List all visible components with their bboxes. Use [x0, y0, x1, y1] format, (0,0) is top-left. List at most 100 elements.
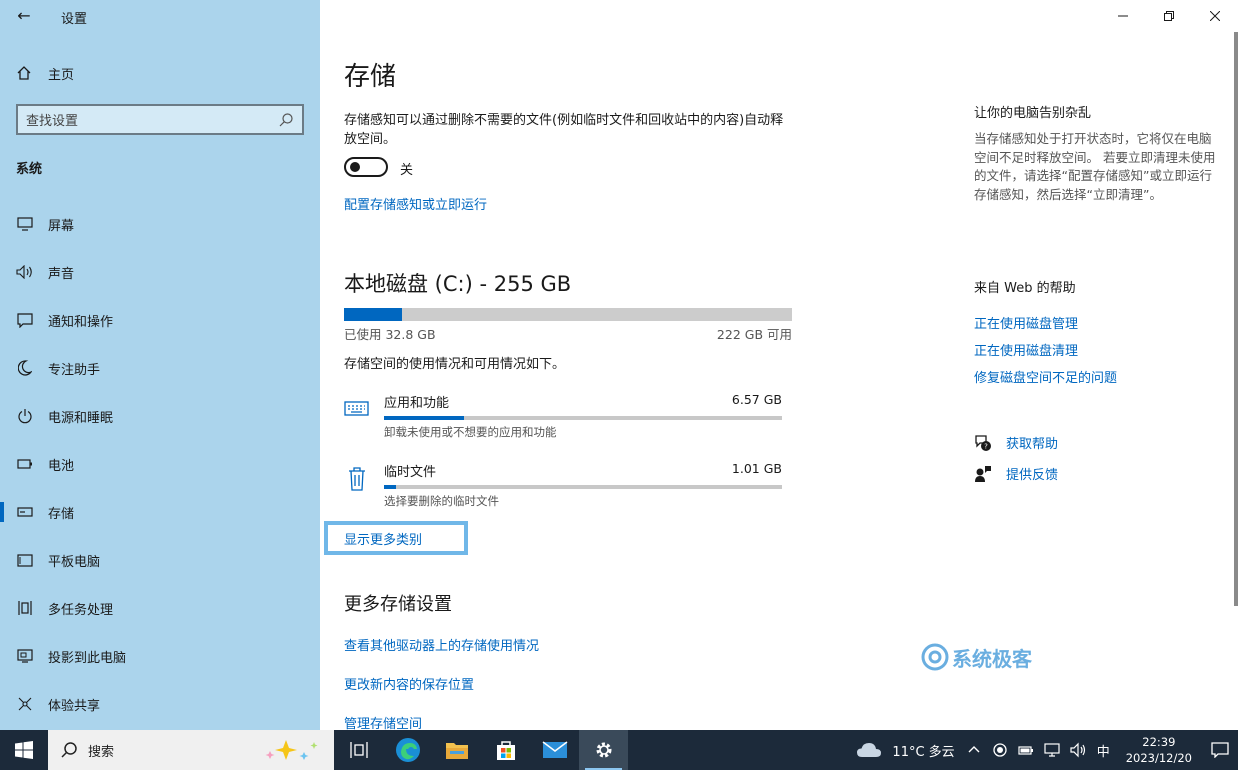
help-chat-icon: ?	[975, 434, 991, 451]
mail-button[interactable]	[530, 730, 579, 770]
back-arrow-icon: ←	[17, 6, 31, 25]
svg-text:?: ?	[984, 442, 988, 450]
home-icon	[16, 64, 36, 82]
get-help-label: 获取帮助	[1006, 437, 1059, 452]
disk-used-label: 已使用 32.8 GB	[344, 327, 436, 342]
web-link-low-disk-space[interactable]: 修复磁盘空间不足的问题	[974, 367, 1117, 386]
clock[interactable]: 22:39 2023/12/20	[1126, 734, 1192, 766]
edge-button[interactable]	[383, 730, 432, 770]
battery-icon[interactable]	[1017, 742, 1035, 758]
sidebar-item-label: 专注助手	[48, 362, 101, 378]
microsoft-store-button[interactable]	[481, 730, 530, 770]
feedback-label: 提供反馈	[1006, 468, 1059, 483]
edge-icon	[395, 738, 420, 762]
settings-search-input[interactable]: 查找设置	[16, 104, 304, 135]
category-usage-fill	[384, 416, 464, 420]
category-temp-files[interactable]: 临时文件 1.01 GB 选择要删除的临时文件	[344, 461, 784, 517]
sidebar-item-sound[interactable]: 声音	[0, 254, 320, 290]
settings-button[interactable]	[579, 730, 628, 770]
back-button[interactable]: ←	[10, 4, 38, 28]
help-description: 当存储感知处于打开状态时，它将仅在电脑空间不足时释放空间。 若要立即清理未使用的…	[974, 131, 1216, 202]
multitask-icon	[16, 599, 34, 617]
sidebar-item-label: 声音	[48, 266, 75, 282]
get-help-link[interactable]: ? 获取帮助	[974, 433, 1058, 452]
sidebar-item-notifications[interactable]: 通知和操作	[0, 302, 320, 338]
sidebar-item-power[interactable]: 电源和睡眠	[0, 398, 320, 434]
store-icon	[496, 741, 515, 760]
sidebar-item-storage[interactable]: 存储	[0, 494, 320, 530]
restore-icon	[1164, 11, 1174, 21]
search-icon	[61, 742, 77, 758]
configure-storage-sense-link[interactable]: 配置存储感知或立即运行	[344, 194, 487, 213]
weather-text[interactable]: 11°C 多云	[892, 741, 954, 760]
category-apps-features[interactable]: 应用和功能 6.57 GB 卸载未使用或不想要的应用和功能	[344, 392, 784, 448]
sidebar-item-focus-assist[interactable]: 专注助手	[0, 350, 320, 386]
minimize-button[interactable]	[1100, 0, 1146, 32]
category-name: 临时文件	[384, 465, 437, 480]
sidebar-item-label: 投影到此电脑	[48, 650, 127, 666]
close-button[interactable]	[1192, 0, 1238, 32]
notification-icon	[16, 311, 34, 329]
sidebar-item-label: 存储	[48, 506, 75, 522]
close-icon	[1210, 11, 1220, 21]
volume-icon[interactable]	[1069, 742, 1087, 758]
category-usage-bar	[384, 416, 782, 420]
category-usage-fill	[384, 485, 396, 489]
restore-button[interactable]	[1146, 0, 1192, 32]
search-highlight-icon	[265, 740, 318, 760]
watermark-text: 系统极客	[952, 646, 1032, 671]
web-link-disk-cleanup[interactable]: 正在使用磁盘清理	[974, 340, 1078, 359]
clock-date: 2023/12/20	[1125, 751, 1192, 765]
sidebar-item-battery[interactable]: 电池	[0, 446, 320, 482]
category-description: 卸载未使用或不想要的应用和功能	[384, 425, 557, 439]
nav-home[interactable]: 主页	[16, 62, 74, 84]
sidebar-item-display[interactable]: 屏幕	[0, 206, 320, 242]
file-explorer-button[interactable]	[432, 730, 481, 770]
power-icon	[16, 407, 34, 425]
network-icon[interactable]	[1043, 742, 1061, 758]
disk-free-label: 222 GB 可用	[716, 327, 792, 342]
cloud-icon	[857, 743, 882, 757]
monitor-icon	[16, 215, 34, 233]
start-button[interactable]	[0, 730, 48, 770]
sidebar-item-multitasking[interactable]: 多任务处理	[0, 590, 320, 626]
category-description: 选择要删除的临时文件	[384, 494, 499, 508]
feedback-icon	[975, 465, 991, 482]
battery-icon	[16, 455, 34, 473]
storage-icon	[16, 503, 34, 521]
sidebar-item-tablet[interactable]: 平板电脑	[0, 542, 320, 578]
clock-time: 22:39	[1142, 735, 1176, 749]
sidebar: ← 设置 主页 查找设置 系统 屏幕 声音 通知和操作 专注助手 电源和睡眠 电…	[0, 0, 320, 730]
scrollbar[interactable]	[1234, 32, 1238, 606]
show-more-categories-button[interactable]: 显示更多类别	[324, 521, 468, 555]
input-method-indicator[interactable]: 中	[1097, 741, 1110, 760]
speaker-icon	[16, 263, 34, 281]
storage-sense-toggle[interactable]	[344, 157, 388, 177]
web-link-disk-management[interactable]: 正在使用磁盘管理	[974, 313, 1078, 332]
gear-icon	[596, 742, 611, 758]
trash-icon	[349, 467, 365, 491]
taskbar-search-placeholder: 搜索	[88, 744, 115, 760]
watermark-logo-icon	[921, 643, 949, 671]
task-view-button[interactable]	[334, 730, 383, 770]
moon-icon	[16, 359, 34, 377]
share-icon	[16, 695, 34, 713]
record-icon[interactable]	[991, 742, 1009, 758]
more-storage-settings-title: 更多存储设置	[344, 594, 452, 615]
storage-sense-description: 存储感知可以通过删除不需要的文件(例如临时文件和回收站中的内容)自动释放空间。	[344, 113, 784, 147]
notification-center-button[interactable]	[1202, 730, 1238, 770]
change-save-location-link[interactable]: 更改新内容的保存位置	[344, 674, 474, 693]
keyboard-icon	[344, 401, 369, 416]
sidebar-item-shared-experience[interactable]: 体验共享	[0, 686, 320, 722]
view-other-drives-link[interactable]: 查看其他驱动器上的存储使用情况	[344, 635, 539, 654]
sidebar-item-label: 通知和操作	[48, 314, 114, 330]
disk-usage-bar	[344, 308, 792, 321]
taskbar-search-input[interactable]: 搜索	[48, 730, 334, 770]
disk-title: 本地磁盘 (C:) - 255 GB	[344, 272, 572, 296]
taskbar: 搜索 11°C 多云 中 22:39 2023/12/20	[0, 730, 1238, 770]
disk-usage-fill	[344, 308, 402, 321]
feedback-link[interactable]: 提供反馈	[974, 464, 1058, 483]
sidebar-item-project[interactable]: 投影到此电脑	[0, 638, 320, 674]
chevron-up-icon[interactable]	[965, 742, 983, 758]
window-controls	[1100, 0, 1238, 32]
